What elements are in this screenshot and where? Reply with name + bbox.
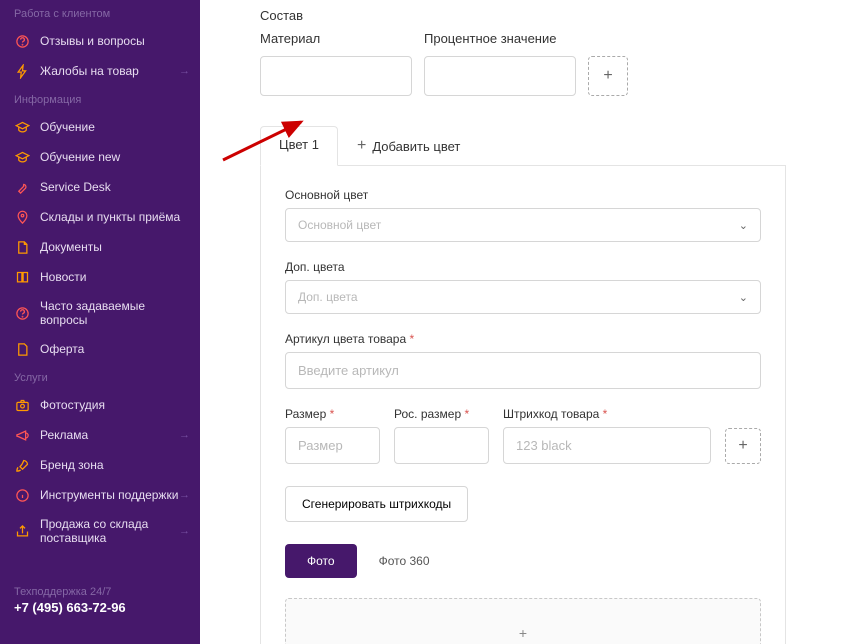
sidebar-label: Оферта: [40, 342, 84, 356]
megaphone-icon: [14, 427, 30, 443]
plus-icon: +: [603, 67, 612, 85]
question-circle-icon: [14, 33, 30, 49]
article-label: Артикул цвета товара *: [285, 332, 761, 346]
tab-add-color[interactable]: + Добавить цвет: [338, 126, 479, 166]
tab-color-1[interactable]: Цвет 1: [260, 126, 338, 166]
add-composition-button[interactable]: +: [588, 56, 628, 96]
sidebar-item-photostudio[interactable]: Фотостудия: [0, 390, 200, 420]
section-client: Работа с клиентом: [0, 0, 200, 26]
tab-photo[interactable]: Фото: [285, 544, 357, 578]
support-label: Техподдержка 24/7: [14, 586, 186, 598]
sidebar-label: Фотостудия: [40, 398, 105, 412]
sidebar-item-advertising[interactable]: Реклама →: [0, 420, 200, 450]
sidebar-item-warehouses[interactable]: Склады и пункты приёма: [0, 202, 200, 232]
plus-icon: +: [312, 625, 734, 641]
sidebar-label: Склады и пункты приёма: [40, 210, 180, 224]
sidebar-item-supporttools[interactable]: Инструменты поддержки →: [0, 480, 200, 510]
photo-tabs: Фото Фото 360: [285, 544, 761, 578]
material-label: Материал: [260, 31, 412, 46]
sidebar-item-reviews[interactable]: Отзывы и вопросы: [0, 26, 200, 56]
rocket-icon: [14, 457, 30, 473]
size-input[interactable]: [285, 427, 380, 464]
composition-title: Состав: [260, 8, 786, 23]
sidebar-label: Отзывы и вопросы: [40, 34, 145, 48]
support-phone: +7 (495) 663-72-96: [14, 600, 186, 615]
question-circle-icon: [14, 305, 30, 321]
sidebar-label: Продажа со склада поставщика: [40, 517, 186, 545]
material-input[interactable]: [260, 56, 412, 96]
chevron-right-icon: →: [179, 65, 190, 77]
document-icon: [14, 341, 30, 357]
percent-input[interactable]: [424, 56, 576, 96]
document-icon: [14, 239, 30, 255]
sidebar-item-faq[interactable]: Часто задаваемые вопросы: [0, 292, 200, 334]
sidebar-label: Часто задаваемые вопросы: [40, 299, 186, 327]
color-tabs: Цвет 1 + Добавить цвет: [260, 126, 786, 166]
section-services: Услуги: [0, 364, 200, 390]
sidebar-item-education-new[interactable]: Обучение new: [0, 142, 200, 172]
main-color-select[interactable]: Основной цвет ⌄: [285, 208, 761, 242]
sidebar-label: Документы: [40, 240, 102, 254]
plus-icon: +: [357, 137, 366, 155]
sidebar-item-offer[interactable]: Оферта: [0, 334, 200, 364]
size-label: Размер *: [285, 407, 380, 421]
tab-add-label: Добавить цвет: [372, 139, 460, 154]
select-placeholder: Основной цвет: [298, 218, 381, 232]
chevron-right-icon: →: [179, 525, 190, 537]
generate-barcodes-button[interactable]: Сгенерировать штрихкоды: [285, 486, 468, 522]
sidebar-item-brandzone[interactable]: Бренд зона: [0, 450, 200, 480]
sidebar-label: Обучение: [40, 120, 95, 134]
support-block: Техподдержка 24/7 +7 (495) 663-72-96: [0, 572, 200, 629]
add-colors-select[interactable]: Доп. цвета ⌄: [285, 280, 761, 314]
sidebar-item-education[interactable]: Обучение: [0, 112, 200, 142]
sidebar-label: Новости: [40, 270, 86, 284]
add-colors-label: Доп. цвета: [285, 260, 761, 274]
sidebar-item-complaints[interactable]: Жалобы на товар →: [0, 56, 200, 86]
article-input[interactable]: [285, 352, 761, 389]
sidebar-label: Жалобы на товар: [40, 64, 139, 78]
main-color-label: Основной цвет: [285, 188, 761, 202]
sidebar-label: Инструменты поддержки: [40, 488, 178, 502]
plus-icon: +: [738, 437, 747, 455]
color-form: Основной цвет Основной цвет ⌄ Доп. цвета…: [260, 166, 786, 644]
chevron-down-icon: ⌄: [739, 219, 748, 232]
add-size-button[interactable]: +: [725, 428, 761, 464]
barcode-input[interactable]: [503, 427, 711, 464]
lightning-icon: [14, 63, 30, 79]
pin-icon: [14, 209, 30, 225]
sidebar-label: Service Desk: [40, 180, 111, 194]
tab-photo-360[interactable]: Фото 360: [357, 544, 452, 578]
sidebar-label: Обучение new: [40, 150, 120, 164]
rossize-input[interactable]: [394, 427, 489, 464]
sidebar-item-news[interactable]: Новости: [0, 262, 200, 292]
camera-icon: [14, 397, 30, 413]
chevron-right-icon: →: [179, 489, 190, 501]
chevron-down-icon: ⌄: [739, 291, 748, 304]
section-info: Информация: [0, 86, 200, 112]
rossize-label: Рос. размер *: [394, 407, 489, 421]
cap-icon: [14, 119, 30, 135]
photo-dropzone[interactable]: + Нажмите или перетяните сюда файл: [285, 598, 761, 644]
sidebar-item-service-desk[interactable]: Service Desk: [0, 172, 200, 202]
cap-icon: [14, 149, 30, 165]
chevron-right-icon: →: [179, 429, 190, 441]
sidebar-item-documents[interactable]: Документы: [0, 232, 200, 262]
share-icon: [14, 523, 30, 539]
wrench-icon: [14, 179, 30, 195]
book-icon: [14, 269, 30, 285]
select-placeholder: Доп. цвета: [298, 290, 358, 304]
sidebar: Работа с клиентом Отзывы и вопросы Жалоб…: [0, 0, 200, 644]
info-icon: [14, 487, 30, 503]
main-content: Состав Материал Процентное значение + Цв…: [200, 0, 846, 644]
sidebar-label: Бренд зона: [40, 458, 104, 472]
percent-label: Процентное значение: [424, 31, 576, 46]
barcode-label: Штрихкод товара *: [503, 407, 711, 421]
sidebar-label: Реклама: [40, 428, 88, 442]
sidebar-item-suppliersale[interactable]: Продажа со склада поставщика →: [0, 510, 200, 552]
